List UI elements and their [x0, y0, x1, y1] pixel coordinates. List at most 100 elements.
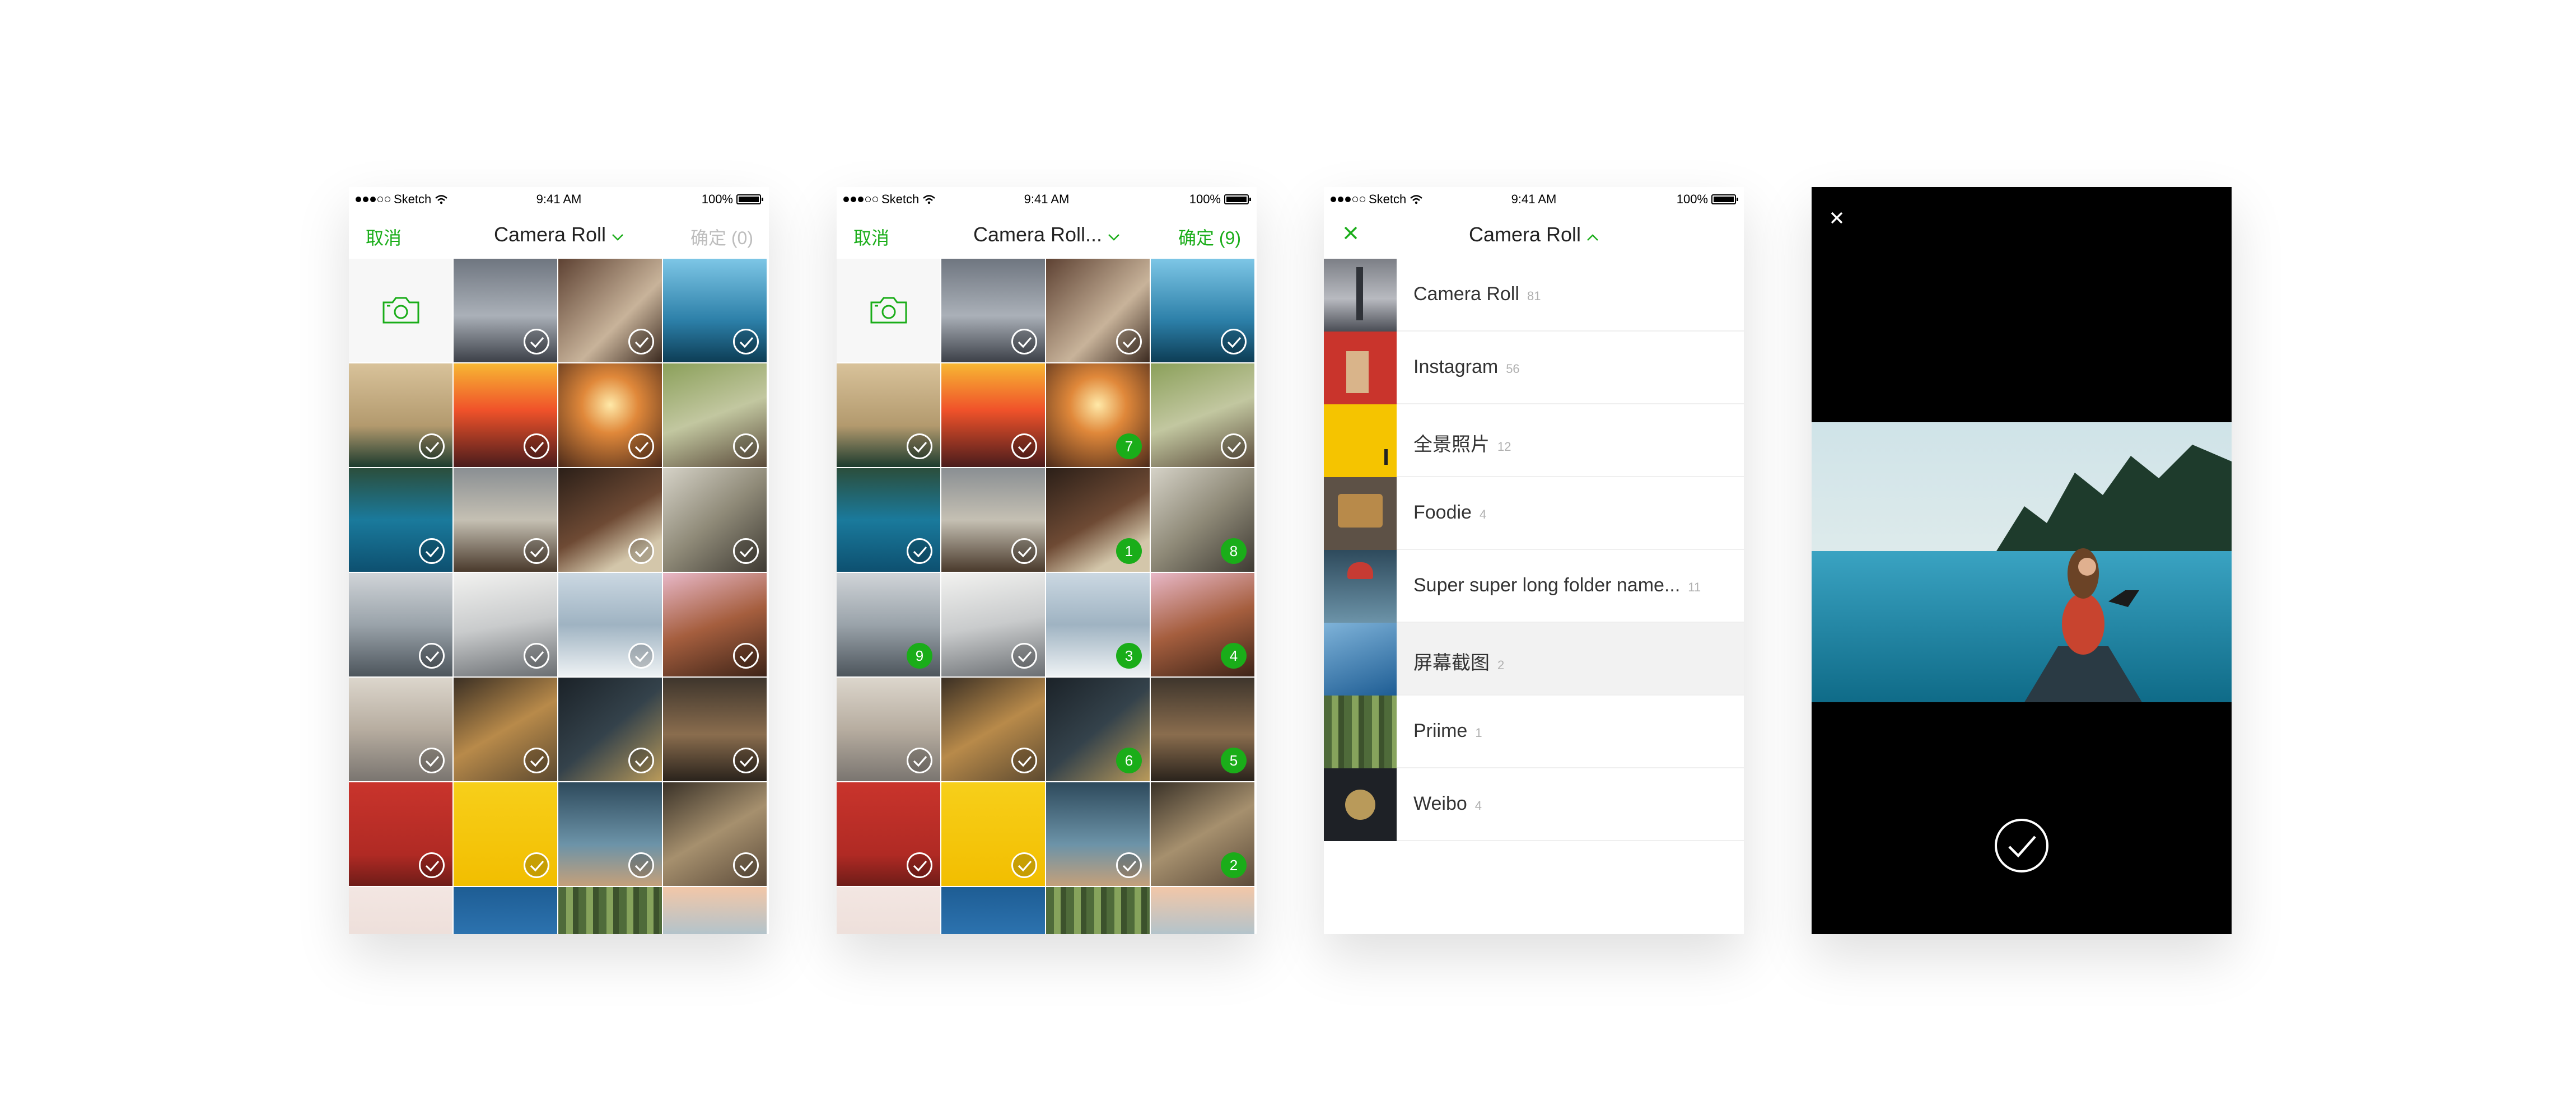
- check-circle-icon[interactable]: [628, 748, 654, 773]
- check-circle-icon[interactable]: [733, 433, 759, 459]
- photo-tile[interactable]: [1046, 259, 1150, 362]
- photo-tile[interactable]: [941, 363, 1045, 467]
- check-circle-icon[interactable]: [524, 433, 549, 459]
- check-circle-icon[interactable]: [1011, 538, 1037, 564]
- check-circle-icon[interactable]: [419, 433, 445, 459]
- album-title-dropdown[interactable]: Camera Roll: [1324, 223, 1744, 246]
- confirm-button[interactable]: 确定 (0): [690, 224, 753, 250]
- photo-tile[interactable]: [349, 573, 452, 676]
- photo-tile[interactable]: [454, 259, 557, 362]
- photo-tile[interactable]: [1151, 259, 1254, 362]
- check-circle-icon[interactable]: [733, 852, 759, 878]
- photo-tile[interactable]: 9: [837, 573, 940, 676]
- photo-tile[interactable]: [837, 468, 940, 572]
- photo-tile[interactable]: [349, 887, 452, 934]
- check-circle-icon[interactable]: [1011, 852, 1037, 878]
- photo-tile[interactable]: [454, 573, 557, 676]
- selection-number-badge[interactable]: 7: [1116, 433, 1142, 459]
- check-circle-icon[interactable]: [907, 433, 932, 459]
- camera-capture-cell[interactable]: [349, 259, 452, 362]
- selection-number-badge[interactable]: 8: [1221, 538, 1247, 564]
- photo-tile[interactable]: [558, 468, 662, 572]
- photo-tile[interactable]: 7: [1046, 363, 1150, 467]
- photo-tile[interactable]: [663, 363, 767, 467]
- photo-tile[interactable]: [1151, 887, 1254, 934]
- check-circle-icon[interactable]: [524, 748, 549, 773]
- selection-number-badge[interactable]: 9: [907, 643, 932, 669]
- album-row[interactable]: Foodie 4: [1324, 477, 1744, 550]
- photo-tile[interactable]: [837, 887, 940, 934]
- check-circle-icon[interactable]: [1011, 643, 1037, 669]
- check-circle-icon[interactable]: [907, 538, 932, 564]
- photo-tile[interactable]: [558, 363, 662, 467]
- photo-tile[interactable]: [837, 363, 940, 467]
- check-circle-icon[interactable]: [733, 643, 759, 669]
- photo-tile[interactable]: [454, 678, 557, 781]
- album-row[interactable]: Weibo 4: [1324, 768, 1744, 841]
- check-circle-icon[interactable]: [1011, 433, 1037, 459]
- confirm-check-button[interactable]: [1994, 818, 2050, 874]
- photo-tile[interactable]: [663, 468, 767, 572]
- check-circle-icon[interactable]: [907, 852, 932, 878]
- check-circle-icon[interactable]: [419, 643, 445, 669]
- photo-tile[interactable]: [454, 468, 557, 572]
- photo-tile[interactable]: [454, 782, 557, 886]
- photo-tile[interactable]: [349, 363, 452, 467]
- album-row[interactable]: Priime 1: [1324, 696, 1744, 768]
- photo-tile[interactable]: [558, 678, 662, 781]
- check-circle-icon[interactable]: [1221, 329, 1247, 354]
- confirm-button[interactable]: 确定 (9): [1178, 224, 1241, 250]
- check-circle-icon[interactable]: [524, 538, 549, 564]
- photo-tile[interactable]: [558, 259, 662, 362]
- photo-tile[interactable]: [1046, 782, 1150, 886]
- check-circle-icon[interactable]: [1011, 748, 1037, 773]
- camera-capture-cell[interactable]: [837, 259, 940, 362]
- check-circle-icon[interactable]: [1221, 433, 1247, 459]
- photo-tile[interactable]: 3: [1046, 573, 1150, 676]
- photo-tile[interactable]: 2: [1151, 782, 1254, 886]
- photo-tile[interactable]: [941, 259, 1045, 362]
- check-circle-icon[interactable]: [1116, 329, 1142, 354]
- photo-tile[interactable]: [837, 782, 940, 886]
- check-circle-icon[interactable]: [419, 748, 445, 773]
- album-row[interactable]: 屏幕截图 2: [1324, 623, 1744, 696]
- photo-tile[interactable]: [349, 468, 452, 572]
- check-circle-icon[interactable]: [419, 852, 445, 878]
- check-circle-icon[interactable]: [1011, 329, 1037, 354]
- photo-tile[interactable]: [558, 782, 662, 886]
- photo-tile[interactable]: [663, 678, 767, 781]
- check-circle-icon[interactable]: [1116, 852, 1142, 878]
- check-circle-icon[interactable]: [419, 538, 445, 564]
- photo-tile[interactable]: 6: [1046, 678, 1150, 781]
- selection-number-badge[interactable]: 3: [1116, 643, 1142, 669]
- photo-tile[interactable]: [941, 782, 1045, 886]
- photo-tile[interactable]: 4: [1151, 573, 1254, 676]
- photo-tile[interactable]: [558, 573, 662, 676]
- selection-number-badge[interactable]: 5: [1221, 748, 1247, 773]
- photo-tile[interactable]: [837, 678, 940, 781]
- check-circle-icon[interactable]: [628, 852, 654, 878]
- photo-tile[interactable]: [454, 363, 557, 467]
- check-circle-icon[interactable]: [733, 329, 759, 354]
- check-circle-icon[interactable]: [628, 329, 654, 354]
- album-row[interactable]: Camera Roll 81: [1324, 259, 1744, 332]
- photo-tile[interactable]: 8: [1151, 468, 1254, 572]
- selection-number-badge[interactable]: 6: [1116, 748, 1142, 773]
- check-circle-icon[interactable]: [628, 433, 654, 459]
- photo-tile[interactable]: [941, 573, 1045, 676]
- check-circle-icon[interactable]: [733, 538, 759, 564]
- selection-number-badge[interactable]: 4: [1221, 643, 1247, 669]
- photo-tile[interactable]: [663, 782, 767, 886]
- check-circle-icon[interactable]: [524, 643, 549, 669]
- check-circle-icon[interactable]: [524, 329, 549, 354]
- album-row[interactable]: Instagram 56: [1324, 332, 1744, 404]
- photo-tile[interactable]: [663, 887, 767, 934]
- check-circle-icon[interactable]: [628, 643, 654, 669]
- photo-tile[interactable]: [454, 887, 557, 934]
- photo-tile[interactable]: [1151, 363, 1254, 467]
- photo-tile[interactable]: [558, 887, 662, 934]
- photo-tile[interactable]: [349, 678, 452, 781]
- check-circle-icon[interactable]: [733, 748, 759, 773]
- photo-tile[interactable]: 1: [1046, 468, 1150, 572]
- photo-tile[interactable]: [941, 887, 1045, 934]
